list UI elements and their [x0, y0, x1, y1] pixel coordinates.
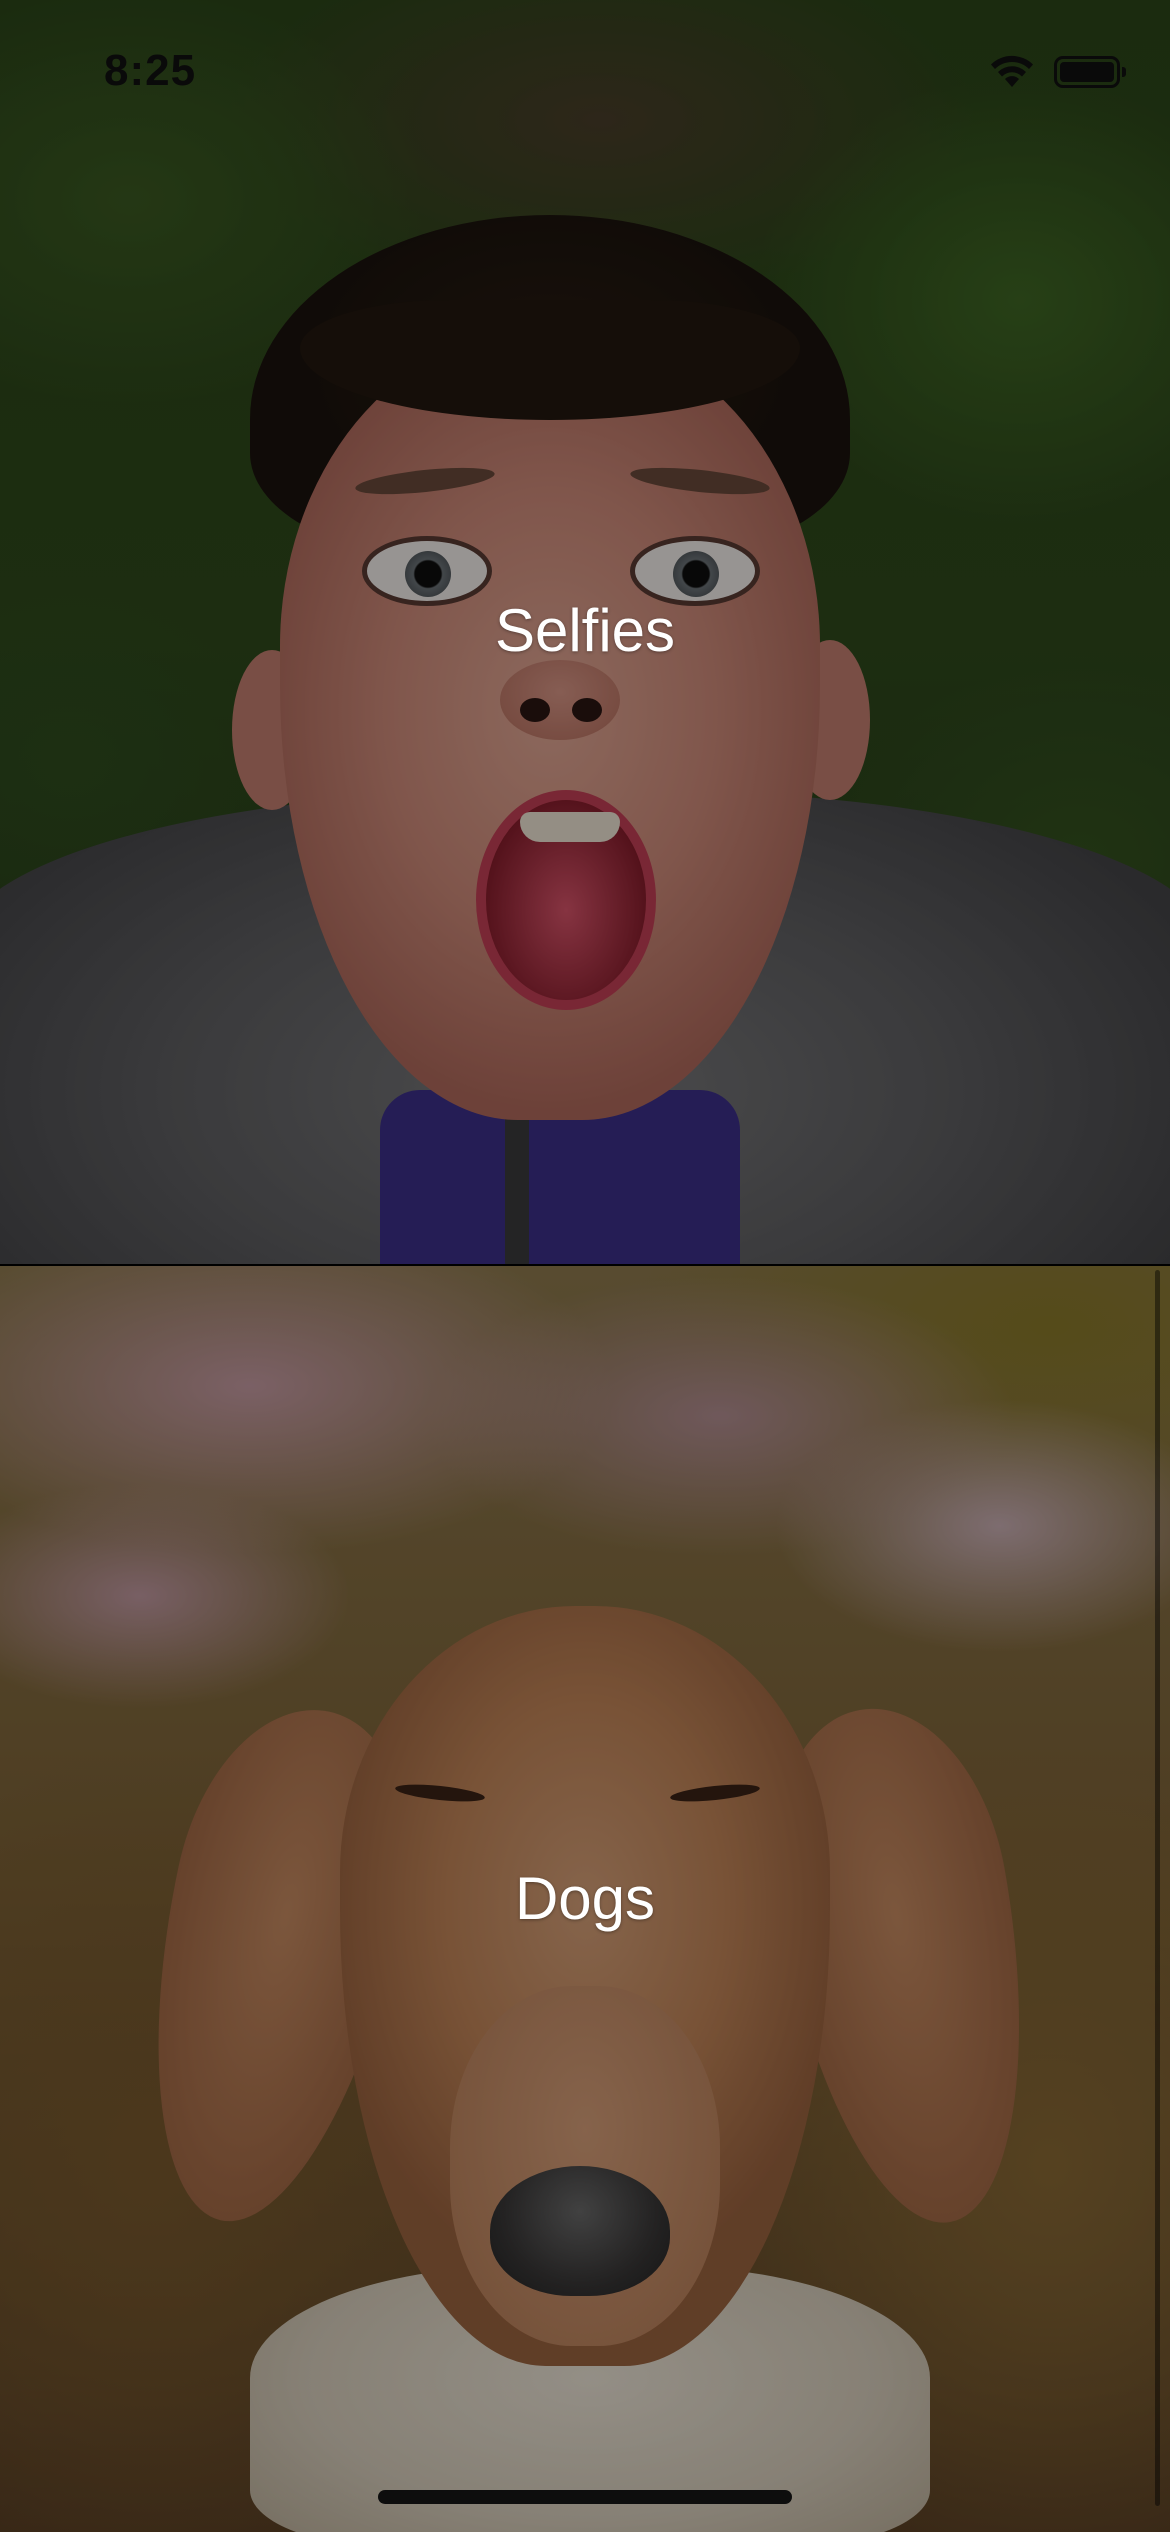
screen: Selfies Dogs 8:25 — [0, 0, 1170, 2532]
category-label-dogs: Dogs — [514, 1865, 656, 1932]
home-indicator[interactable] — [378, 2490, 792, 2504]
category-list: Selfies Dogs — [0, 0, 1170, 2532]
category-card-dogs[interactable]: Dogs — [0, 1266, 1170, 2532]
scroll-indicator[interactable] — [1155, 1270, 1160, 2506]
status-icons — [988, 54, 1126, 90]
status-time: 8:25 — [104, 46, 197, 95]
wifi-icon — [988, 54, 1036, 90]
category-label-selfies: Selfies — [494, 597, 676, 664]
battery-icon — [1054, 56, 1126, 88]
status-bar: 8:25 — [0, 0, 1170, 140]
battery-level — [1060, 62, 1114, 82]
category-card-selfies[interactable]: Selfies — [0, 0, 1170, 1264]
